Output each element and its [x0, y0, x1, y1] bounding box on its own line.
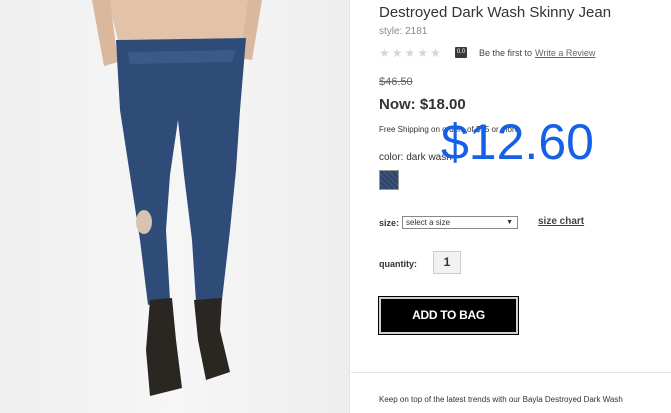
vertical-divider: [349, 0, 350, 413]
current-price: Now: $18.00: [379, 96, 466, 113]
quantity-label: quantity:: [379, 259, 417, 269]
style-number: style: 2181: [379, 26, 428, 37]
write-review-link[interactable]: Write a Review: [535, 48, 595, 58]
size-chart-link[interactable]: size chart: [538, 216, 584, 227]
original-price: $46.50: [379, 76, 413, 88]
overlay-price: $12.60: [441, 114, 594, 170]
size-select[interactable]: select a size ▼: [402, 216, 518, 229]
product-photo: [0, 0, 349, 413]
product-title: Destroyed Dark Wash Skinny Jean: [379, 4, 612, 21]
color-swatch-dark-wash[interactable]: [379, 170, 399, 190]
chevron-down-icon: ▼: [506, 219, 513, 226]
size-select-value: select a size: [406, 218, 451, 227]
review-prompt: Be the first to Write a Review: [479, 48, 595, 58]
quantity-input[interactable]: 1: [433, 251, 461, 274]
product-description: Keep on top of the latest trends with ou…: [379, 395, 623, 404]
section-divider: [351, 372, 671, 373]
rating-stars-icon: ★★★★★: [379, 46, 443, 60]
add-to-bag-button[interactable]: ADD TO BAG: [378, 296, 519, 335]
size-label: size:: [379, 218, 400, 228]
review-prompt-text: Be the first to: [479, 48, 533, 58]
rating-badge: 0.0: [455, 47, 467, 58]
